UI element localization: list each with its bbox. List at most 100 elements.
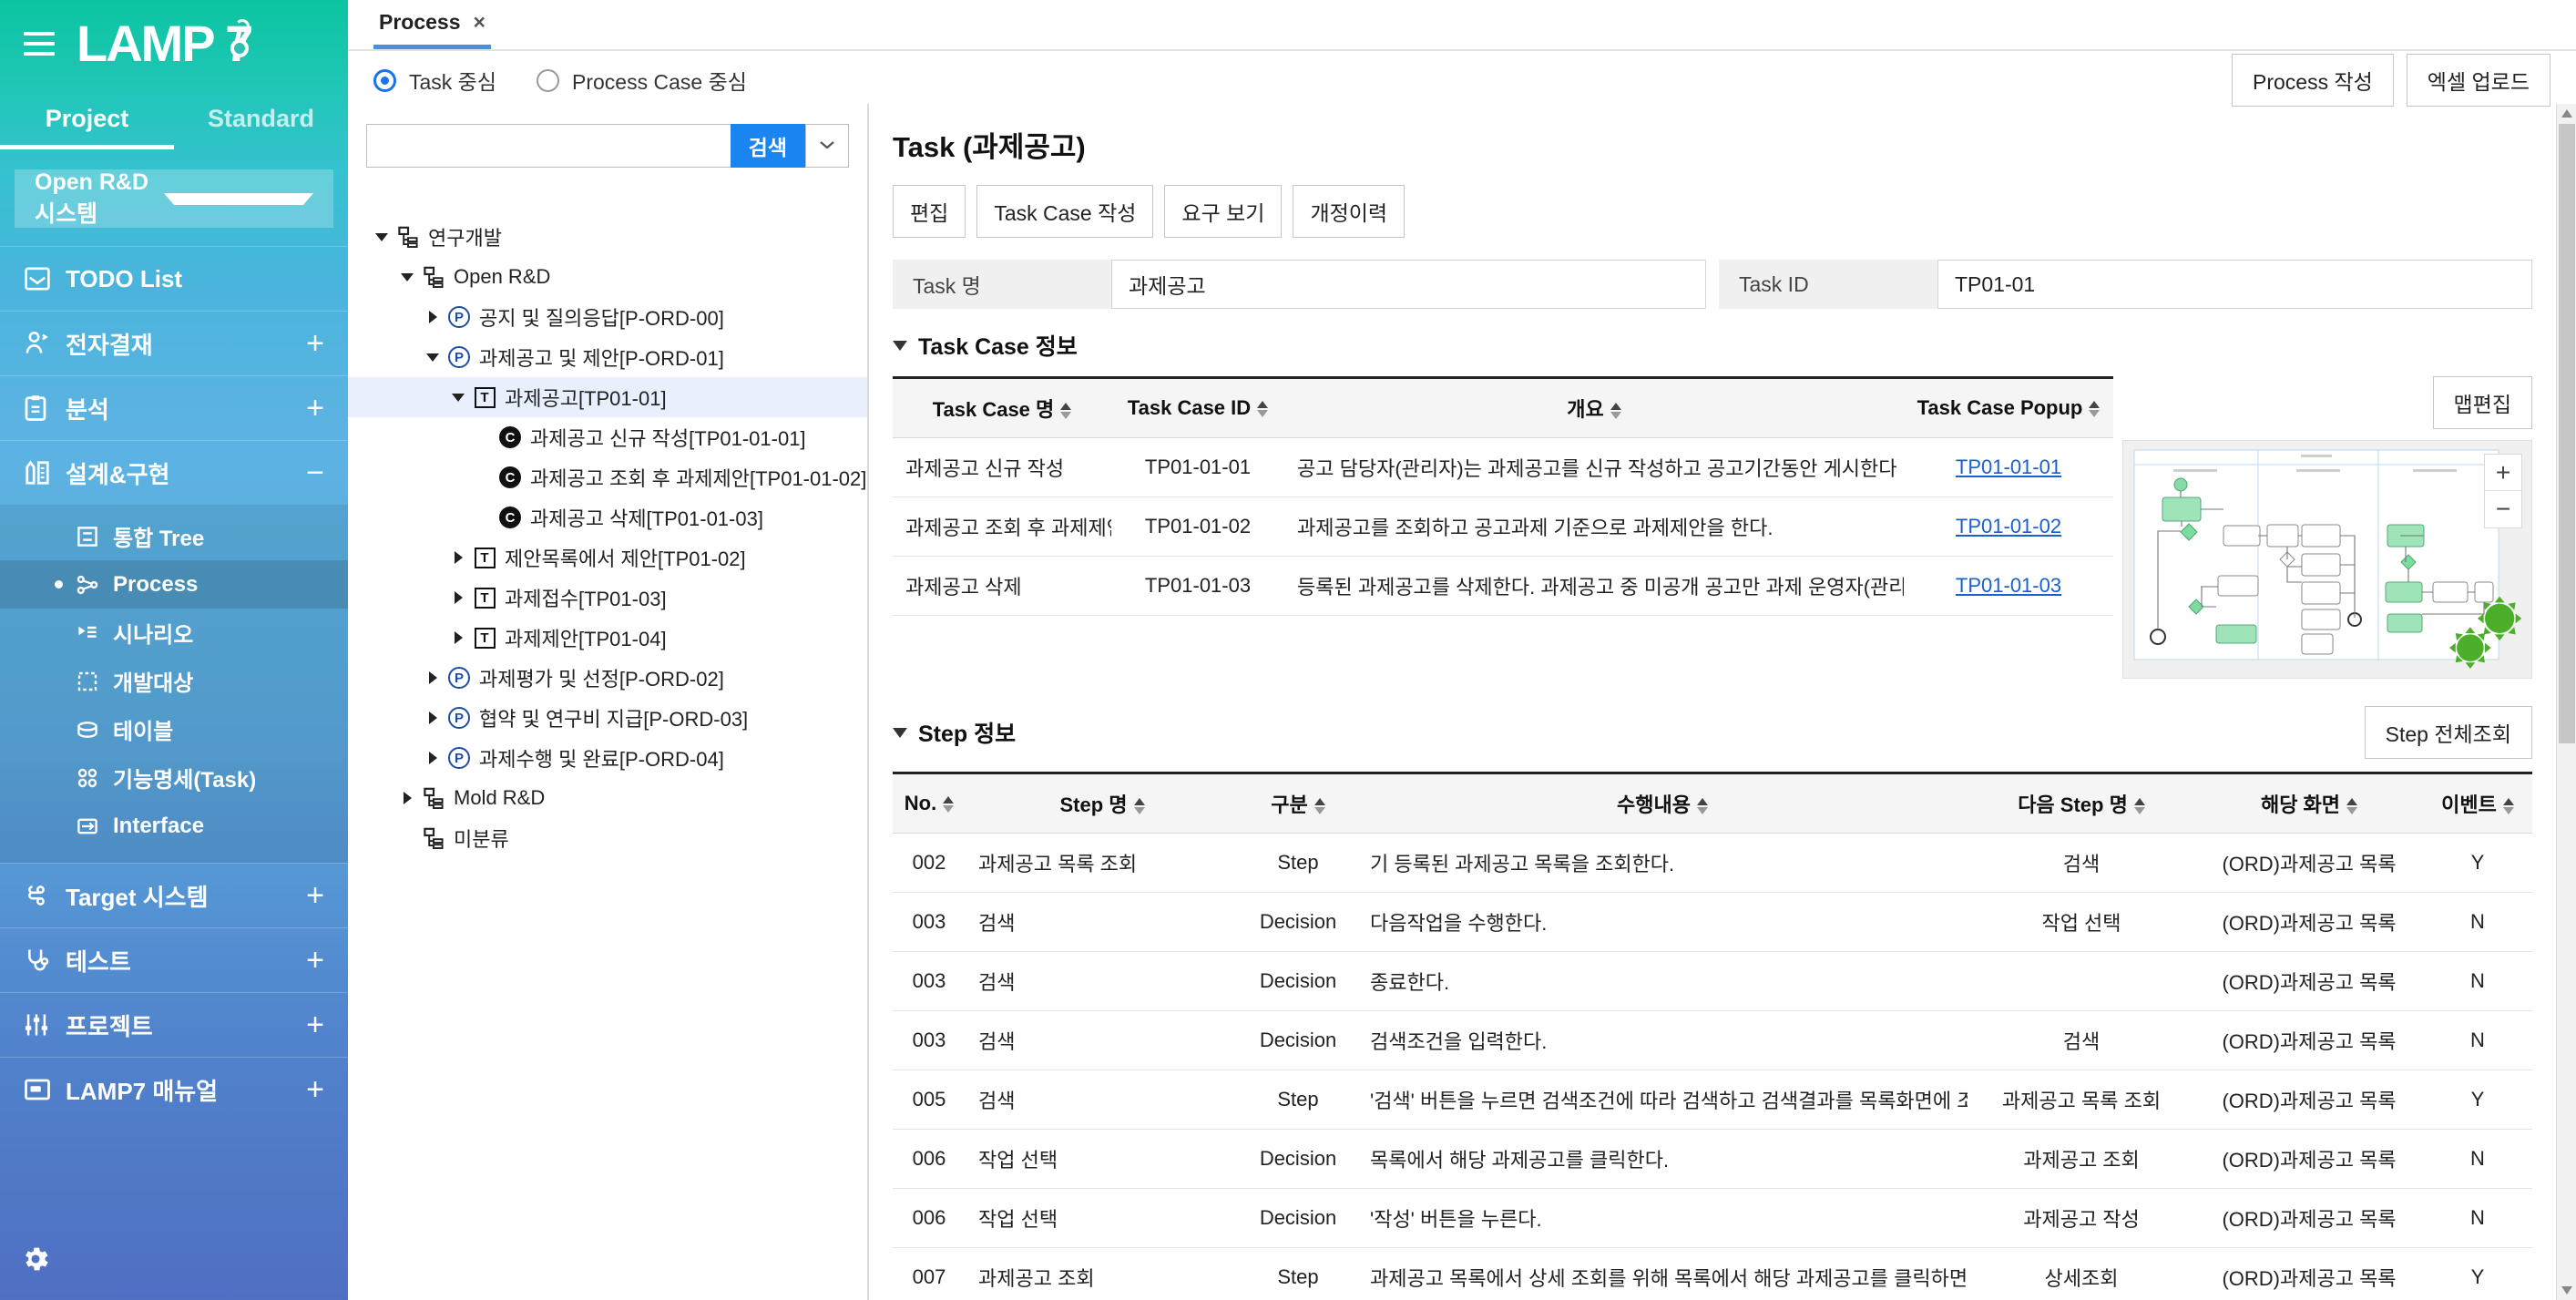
sidebar-item-eapproval[interactable]: 전자결재 + (0, 311, 348, 375)
column-header[interactable]: 해당 화면 (2195, 772, 2423, 834)
caret-down-icon[interactable] (370, 232, 394, 241)
sidebar-item-process[interactable]: Process (0, 560, 348, 609)
column-header[interactable]: No. (893, 772, 966, 834)
caret-down-icon[interactable] (395, 272, 419, 281)
sidebar-item-integrated-tree[interactable]: 통합 Tree (0, 512, 348, 560)
popup-link[interactable]: TP01-01-03 (1956, 574, 2061, 597)
expand-plus-icon[interactable]: + (306, 393, 324, 424)
caret-right-icon[interactable] (395, 792, 419, 804)
column-header[interactable]: 수행내용 (1357, 772, 1968, 834)
sidebar-item-dev-target[interactable]: 개발대상 (0, 657, 348, 705)
tree-node[interactable]: T 과제접수[TP01-03] (348, 578, 867, 618)
taskcase-popup-link[interactable]: TP01-01-02 (1904, 496, 2113, 557)
search-button[interactable]: 검색 (730, 124, 805, 168)
caret-right-icon[interactable] (421, 752, 445, 764)
table-row[interactable]: 007 과제공고 조회 Step 과제공고 목록에서 상세 조회를 위해 목록에서 해… (893, 1247, 2532, 1300)
taskcase-section-header[interactable]: Task Case 정보 (893, 329, 2532, 362)
process-create-button[interactable]: Process 작성 (2232, 54, 2394, 107)
revision-history-button[interactable]: 개정이력 (1293, 185, 1406, 238)
sidebar-item-design-implement[interactable]: 설계&구현 − (0, 440, 348, 505)
tree-node[interactable]: T 제안목록에서 제안[TP01-02] (348, 537, 867, 578)
tree-node[interactable]: C 과제공고 조회 후 과제제안[TP01-01-02] (348, 457, 867, 497)
table-row[interactable]: 006 작업 선택 Decision '작성' 버튼을 누른다. 과제공고 작성 (ORD… (893, 1188, 2532, 1248)
column-header[interactable]: Task Case ID (1111, 376, 1284, 438)
column-header[interactable]: Task Case Popup (1904, 376, 2113, 438)
sidebar-item-target-system[interactable]: Target 시스템 + (0, 863, 348, 927)
map-zoom-in-button[interactable]: + (2485, 455, 2521, 491)
sort-arrows-icon[interactable] (2346, 798, 2358, 815)
process-tree[interactable]: 연구개발 Open R&D P 공지 및 질의응답[P-ORD-00] P 과제공고 및 … (348, 179, 867, 1300)
vertical-scrollbar[interactable] (2556, 104, 2576, 1300)
caret-right-icon[interactable] (421, 711, 445, 724)
caret-right-icon[interactable] (421, 311, 445, 323)
field-value[interactable]: 과제공고 (1111, 260, 1706, 309)
tree-node[interactable]: T 과제공고[TP01-01] (348, 377, 867, 417)
sidebar-item-interface[interactable]: Interface (0, 802, 348, 850)
table-row[interactable]: 003 검색 Decision 검색조건을 입력한다. 검색 (ORD)과제공고 목록 N (893, 1010, 2532, 1070)
sidebar-item-lamp7-manual[interactable]: LAMP7 매뉴얼 + (0, 1057, 348, 1121)
tree-node[interactable]: 미분류 (348, 818, 867, 858)
tree-node[interactable]: C 과제공고 신규 작성[TP01-01-01] (348, 417, 867, 457)
sidebar-item-analysis[interactable]: 분석 + (0, 375, 348, 440)
sidebar-item-project[interactable]: 프로젝트 + (0, 992, 348, 1057)
table-row[interactable]: 003 검색 Decision 종료한다. (ORD)과제공고 목록 N (893, 951, 2532, 1011)
tree-node[interactable]: P 공지 및 질의응답[P-ORD-00] (348, 297, 867, 337)
collapse-minus-icon[interactable]: − (306, 457, 324, 488)
edit-button[interactable]: 편집 (893, 185, 966, 238)
column-header[interactable]: 이벤트 (2423, 772, 2532, 834)
expand-plus-icon[interactable]: + (306, 1074, 324, 1105)
table-row[interactable]: 003 검색 Decision 다음작업을 수행한다. 작업 선택 (ORD)과제공고 목… (893, 892, 2532, 952)
scroll-down-icon[interactable] (2561, 1286, 2572, 1295)
expand-plus-icon[interactable]: + (306, 328, 324, 359)
sort-arrows-icon[interactable] (1610, 403, 1621, 420)
radio-process-case-centric[interactable]: Process Case 중심 (537, 65, 747, 96)
tree-node[interactable]: Open R&D (348, 257, 867, 297)
tree-node[interactable]: P 과제평가 및 선정[P-ORD-02] (348, 658, 867, 698)
scroll-up-icon[interactable] (2561, 109, 2572, 118)
tree-node[interactable]: P 협약 및 연구비 지급[P-ORD-03] (348, 698, 867, 738)
tab-project[interactable]: Project (0, 87, 174, 149)
field-value[interactable]: TP01-01 (1937, 260, 2532, 309)
search-options-toggle[interactable] (805, 124, 849, 168)
sort-arrows-icon[interactable] (2089, 401, 2101, 418)
sidebar-item-todo-list[interactable]: TODO List (0, 246, 348, 311)
sort-arrows-icon[interactable] (1314, 798, 1325, 815)
sort-arrows-icon[interactable] (943, 796, 955, 814)
sort-arrows-icon[interactable] (2133, 798, 2145, 815)
sort-arrows-icon[interactable] (1696, 798, 1708, 815)
tree-node[interactable]: C 과제공고 삭제[TP01-01-03] (348, 497, 867, 537)
sidebar-item-table[interactable]: 테이블 (0, 705, 348, 753)
sidebar-item-scenario[interactable]: 시나리오 (0, 609, 348, 657)
column-header[interactable]: 구분 (1239, 772, 1357, 834)
popup-link[interactable]: TP01-01-02 (1956, 515, 2061, 537)
radio-task-centric[interactable]: Task 중심 (373, 65, 496, 96)
taskcase-popup-link[interactable]: TP01-01-03 (1904, 556, 2113, 616)
gear-icon[interactable] (20, 1244, 51, 1280)
excel-upload-button[interactable]: 엑셀 업로드 (2406, 54, 2550, 107)
table-row[interactable]: 005 검색 Step '검색' 버튼을 누르면 검색조건에 따라 검색하고 검색결과… (893, 1070, 2532, 1130)
column-header[interactable]: Step 명 (966, 772, 1239, 834)
taskcase-popup-link[interactable]: TP01-01-01 (1904, 437, 2113, 497)
column-header[interactable]: 다음 Step 명 (1968, 772, 2195, 834)
app-logo[interactable]: LAMP 7 (77, 18, 253, 69)
expand-plus-icon[interactable]: + (306, 945, 324, 976)
caret-right-icon[interactable] (446, 631, 470, 644)
search-input[interactable] (366, 124, 731, 168)
column-header[interactable]: 개요 (1284, 376, 1904, 438)
taskcase-create-button[interactable]: Task Case 작성 (976, 185, 1154, 238)
scrollbar-thumb[interactable] (2559, 124, 2575, 743)
table-row[interactable]: 과제공고 삭제 TP01-01-03 등록된 과제공고를 삭제한다. 과제공고 중 … (893, 556, 2113, 616)
tree-node[interactable]: P 과제공고 및 제안[P-ORD-01] (348, 337, 867, 377)
step-view-all-button[interactable]: Step 전체조회 (2364, 706, 2532, 759)
table-row[interactable]: 과제공고 조회 후 과제제안 TP01-01-02 과제공고를 조회하고 공고과제 … (893, 496, 2113, 557)
map-zoom-out-button[interactable]: − (2485, 491, 2521, 527)
sort-arrows-icon[interactable] (1133, 798, 1145, 815)
sort-arrows-icon[interactable] (1060, 403, 1072, 420)
column-header[interactable]: Task Case 명 (893, 376, 1111, 438)
tab-process[interactable]: Process × (373, 0, 491, 49)
step-section-header[interactable]: Step 정보 (893, 716, 1016, 749)
table-row[interactable]: 006 작업 선택 Decision 목록에서 해당 과제공고를 클릭한다. 과제공고 … (893, 1129, 2532, 1189)
sort-arrows-icon[interactable] (2502, 798, 2514, 815)
sidebar-item-test[interactable]: 테스트 + (0, 927, 348, 992)
hamburger-menu-icon[interactable] (24, 32, 55, 56)
